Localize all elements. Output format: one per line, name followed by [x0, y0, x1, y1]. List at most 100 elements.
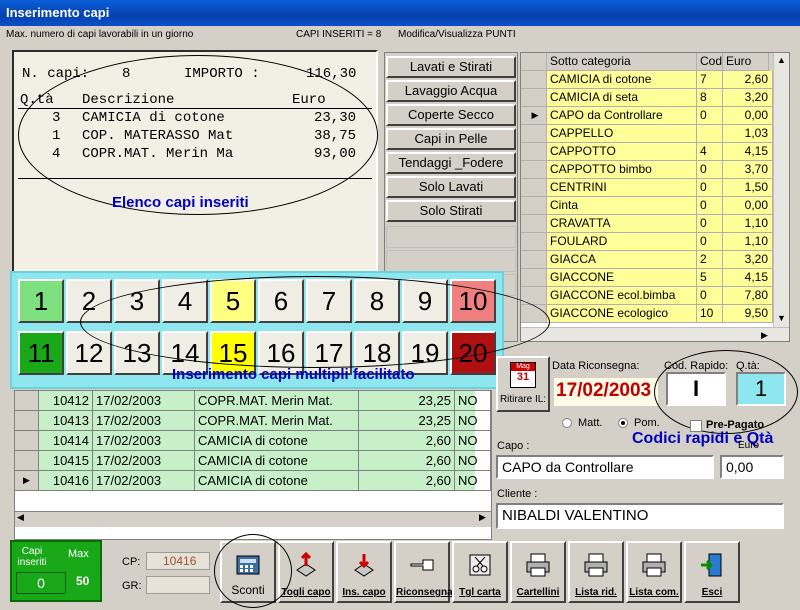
grid-cell-euro[interactable]: 7,80 — [723, 287, 773, 305]
grid-row[interactable]: CENTRINI 0 1,50 — [521, 179, 789, 197]
grid-cell-euro[interactable]: 0,00 — [723, 107, 773, 125]
toolbar-riconsegna-button[interactable]: Riconsegna — [394, 541, 453, 603]
table-cell-euro[interactable]: 2,60 — [359, 471, 455, 491]
grid-cell-name[interactable]: CENTRINI — [547, 179, 697, 197]
grid-cell-name[interactable]: CAPPOTTO bimbo — [547, 161, 697, 179]
grid-cell-cod[interactable]: 7 — [697, 71, 723, 89]
grid-cell-euro[interactable]: 1,03 — [723, 125, 773, 143]
scroll-up-icon[interactable]: ▲ — [777, 55, 786, 65]
grid-cell-name[interactable]: CAMICIA di cotone — [547, 71, 697, 89]
grid-header-cod[interactable]: Cod — [697, 53, 723, 71]
grid-cell-cod[interactable]: 5 — [697, 269, 723, 287]
grid-cell-euro[interactable]: 3,20 — [723, 251, 773, 269]
category-button[interactable]: Solo Stirati — [386, 200, 516, 222]
grid-cell-cod[interactable]: 0 — [697, 287, 723, 305]
table-row[interactable]: 10414 17/02/2003 CAMICIA di cotone 2,60 NO — [15, 431, 491, 451]
category-button[interactable]: Lavaggio Acqua — [386, 80, 516, 102]
toolbar-lista-rid-button[interactable]: Lista rid. — [568, 541, 624, 603]
grid-cell-name[interactable]: CAMICIA di seta — [547, 89, 697, 107]
grid-row[interactable]: GIACCONE ecol.bimba 0 7,80 — [521, 287, 789, 305]
scroll-right-icon[interactable]: ▶ — [761, 330, 768, 341]
toolbar-esci-button[interactable]: Esci — [684, 541, 740, 603]
numpad-button-1[interactable]: 1 — [18, 279, 64, 323]
category-button[interactable]: Tendaggi _Fodere — [386, 152, 516, 174]
grid-cell-euro[interactable]: 1,50 — [723, 179, 773, 197]
grid-cell-cod[interactable]: 10 — [697, 305, 723, 323]
data-riconsegna-value[interactable]: 17/02/2003 — [554, 378, 658, 406]
grid-cell-name[interactable]: CRAVATTA — [547, 215, 697, 233]
grid-row[interactable]: CAPPOTTO 4 4,15 — [521, 143, 789, 161]
table-cell-euro[interactable]: 2,60 — [359, 451, 455, 471]
toolbar-lista-com-button[interactable]: Lista com. — [626, 541, 682, 603]
table-cell-flag[interactable]: NO — [455, 471, 491, 491]
grid-cell-name[interactable]: CAPO da Controllare — [547, 107, 697, 125]
table-cell-desc[interactable]: CAMICIA di cotone — [195, 471, 359, 491]
table-cell-desc[interactable]: CAMICIA di cotone — [195, 431, 359, 451]
grid-row[interactable]: CAMICIA di seta 8 3,20 — [521, 89, 789, 107]
table-cell-desc[interactable]: COPR.MAT. Merin Mat. — [195, 411, 359, 431]
modifica-punti-link[interactable]: Modifica/Visualizza PUNTI — [398, 29, 516, 43]
grid-cell-cod[interactable]: 8 — [697, 89, 723, 107]
category-button[interactable]: Capi in Pelle — [386, 128, 516, 150]
table-cell-desc[interactable]: CAMICIA di cotone — [195, 451, 359, 471]
grid-cell-euro[interactable]: 3,20 — [723, 89, 773, 107]
grid-row[interactable]: CAMICIA di cotone 7 2,60 — [521, 71, 789, 89]
table-cell-id[interactable]: 10414 — [39, 431, 93, 451]
grid-cell-name[interactable]: GIACCONE — [547, 269, 697, 287]
table-cell-date[interactable]: 17/02/2003 — [93, 471, 195, 491]
grid-cell-euro[interactable]: 4,15 — [723, 143, 773, 161]
grid-row[interactable]: FOULARD 0 1,10 — [521, 233, 789, 251]
grid-row[interactable]: CAPPELLO 1,03 — [521, 125, 789, 143]
grid-cell-cod[interactable]: 0 — [697, 215, 723, 233]
grid-row[interactable]: ▶ CAPO da Controllare 0 0,00 — [521, 107, 789, 125]
matt-radio[interactable] — [562, 418, 572, 428]
grid-cell-name[interactable]: GIACCONE ecologico — [547, 305, 697, 323]
toolbar-ins-capo-button[interactable]: Ins. capo — [336, 541, 392, 603]
grid-row[interactable]: Cinta 0 0,00 — [521, 197, 789, 215]
numpad-button-11[interactable]: 11 — [18, 331, 64, 375]
grid-row[interactable]: GIACCA 2 3,20 — [521, 251, 789, 269]
table-cell-euro[interactable]: 2,60 — [359, 431, 455, 451]
grid-header-sub[interactable]: Sotto categoria — [547, 53, 697, 71]
table-row[interactable]: ▶ 10416 17/02/2003 CAMICIA di cotone 2,60 NO — [15, 471, 491, 491]
grid-cell-euro[interactable]: 1,10 — [723, 233, 773, 251]
table-cell-flag[interactable]: NO — [455, 391, 491, 411]
grid-cell-cod[interactable]: 4 — [697, 143, 723, 161]
grid-hscrollbar[interactable] — [521, 327, 789, 341]
table-cell-flag[interactable]: NO — [455, 451, 491, 471]
grid-cell-euro[interactable]: 0,00 — [723, 197, 773, 215]
grid-cell-cod[interactable]: 0 — [697, 107, 723, 125]
table-cell-flag[interactable]: NO — [455, 431, 491, 451]
table-cell-euro[interactable]: 23,25 — [359, 411, 455, 431]
table-row[interactable]: 10413 17/02/2003 COPR.MAT. Merin Mat. 23,25… — [15, 411, 491, 431]
grid-vscrollbar[interactable] — [773, 53, 789, 341]
grid-cell-euro[interactable]: 4,15 — [723, 269, 773, 287]
category-button[interactable]: Coperte Secco — [386, 104, 516, 126]
category-button[interactable]: Lavati e Stirati — [386, 56, 516, 78]
table-cell-desc[interactable]: COPR.MAT. Merin Mat. — [195, 391, 359, 411]
grid-header-euro[interactable]: Euro — [723, 53, 769, 71]
toolbar-cartellini-button[interactable]: Cartellini — [510, 541, 566, 603]
grid-cell-cod[interactable]: 2 — [697, 251, 723, 269]
table-cell-id[interactable]: 10413 — [39, 411, 93, 431]
ritirare-button[interactable]: Mag 31 Ritirare IL: — [496, 356, 550, 412]
table-cell-date[interactable]: 17/02/2003 — [93, 431, 195, 451]
grid-cell-cod[interactable] — [697, 125, 723, 143]
grid-cell-name[interactable]: GIACCA — [547, 251, 697, 269]
table-cell-date[interactable]: 17/02/2003 — [93, 451, 195, 471]
table-cell-date[interactable]: 17/02/2003 — [93, 391, 195, 411]
grid-cell-euro[interactable]: 2,60 — [723, 71, 773, 89]
table-row[interactable]: 10415 17/02/2003 CAMICIA di cotone 2,60 NO — [15, 451, 491, 471]
grid-cell-euro[interactable]: 3,70 — [723, 161, 773, 179]
table-row[interactable]: 10412 17/02/2003 COPR.MAT. Merin Mat. 23,25… — [15, 391, 491, 411]
grid-cell-euro[interactable]: 1,10 — [723, 215, 773, 233]
grid-cell-name[interactable]: FOULARD — [547, 233, 697, 251]
capo-field[interactable]: CAPO da Controllare — [496, 455, 714, 479]
toolbar-tgl-carta-button[interactable]: Tgl carta — [452, 541, 508, 603]
table-cell-euro[interactable]: 23,25 — [359, 391, 455, 411]
grid-cell-name[interactable]: CAPPELLO — [547, 125, 697, 143]
grid-cell-name[interactable]: CAPPOTTO — [547, 143, 697, 161]
grid-cell-cod[interactable]: 0 — [697, 233, 723, 251]
cliente-field[interactable]: NIBALDI VALENTINO — [496, 503, 784, 529]
table-scroll-right-icon[interactable]: ▶ — [479, 512, 486, 523]
